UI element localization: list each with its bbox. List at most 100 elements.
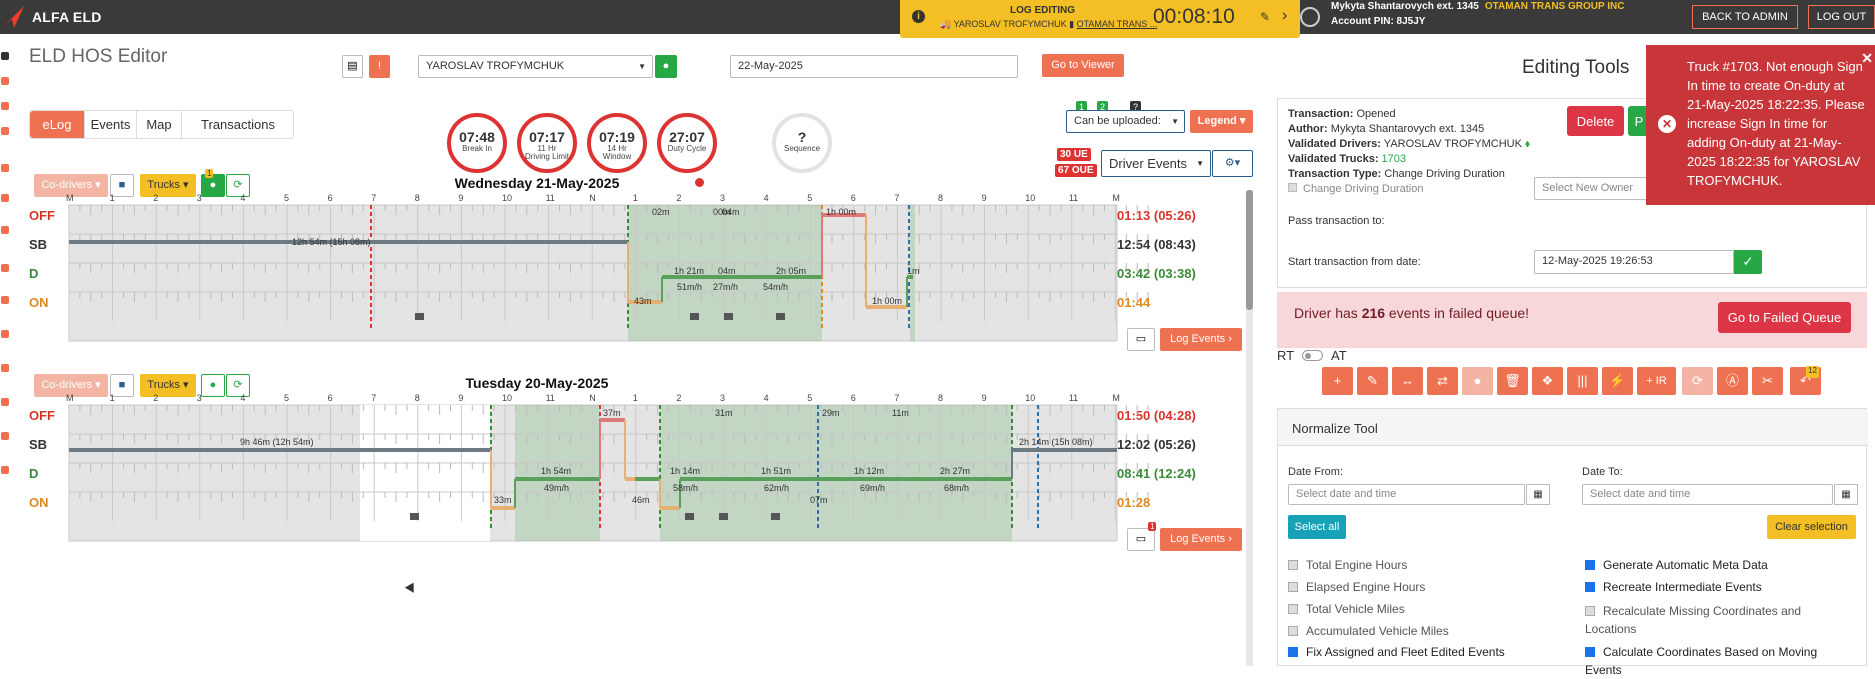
grid-background [68, 404, 1118, 542]
tab-events[interactable]: Events [84, 111, 136, 138]
error-close-icon[interactable]: ✕ [1658, 115, 1676, 133]
checkbox[interactable] [1585, 647, 1595, 657]
sidebar-icon[interactable] [1, 77, 9, 85]
swap-icon[interactable]: ⇄ [1427, 367, 1458, 395]
day-title: Wednesday 21-May-2025 [454, 175, 620, 191]
back-to-admin-button[interactable]: BACK TO ADMIN [1692, 5, 1798, 29]
add-ir-button[interactable]: + IR [1637, 367, 1676, 395]
sidebar-icon[interactable] [1, 127, 9, 135]
option-recalculate-coordinates[interactable]: Recalculate Missing Coordinates and Loca… [1585, 602, 1855, 638]
date-to-input[interactable]: Select date and time [1582, 484, 1833, 505]
chevron-right-icon[interactable]: › [1282, 7, 1287, 25]
option-total-vehicle-miles[interactable]: Total Vehicle Miles [1288, 602, 1405, 616]
tab-elog[interactable]: eLog [30, 111, 84, 138]
scissors-icon[interactable]: ✂ [1752, 367, 1783, 395]
sidebar-icon[interactable] [1, 194, 9, 202]
trash-icon[interactable]: 🗑 [1497, 367, 1528, 395]
option-recreate-intermediate[interactable]: Recreate Intermediate Events [1585, 580, 1762, 594]
checkbox[interactable] [1288, 560, 1298, 570]
delete-transaction-button[interactable]: Delete [1567, 106, 1624, 136]
shift-icon[interactable]: ↔ [1392, 367, 1423, 395]
option-calculate-coordinates-moving[interactable]: Calculate Coordinates Based on Moving Ev… [1585, 643, 1855, 679]
date-input[interactable]: 22-May-2025 [730, 55, 1018, 78]
calendar-icon[interactable]: ▦ [1834, 484, 1858, 505]
checkbox[interactable] [1288, 626, 1298, 636]
group-icon[interactable]: ❖ [1532, 367, 1563, 395]
edit-pencil-icon[interactable]: ✎ [1357, 367, 1388, 395]
log-events-button[interactable]: Log Events › [1160, 528, 1242, 551]
alert-icon[interactable]: ! [369, 55, 390, 78]
can-be-uploaded-select[interactable]: Can be uploaded: ▼ [1066, 110, 1185, 133]
option-generate-meta[interactable]: Generate Automatic Meta Data [1585, 558, 1768, 572]
checkbox[interactable] [1288, 604, 1298, 614]
go-to-failed-queue-button[interactable]: Go to Failed Queue [1718, 302, 1851, 333]
log-editing-company[interactable]: OTAMAN TRANS ... [1077, 19, 1158, 29]
duty-status-grid[interactable]: 12h 54m (15h 08m)02m 00m04m 1h 00m1h 21m 04… [0, 0, 1250, 666]
trailer-icon[interactable]: ● [201, 174, 225, 197]
calendar-icon[interactable]: ▦ [1526, 484, 1550, 505]
checkbox[interactable] [1585, 582, 1595, 592]
checkbox[interactable] [1288, 647, 1298, 657]
text-format-icon[interactable]: Ⓐ [1717, 367, 1748, 395]
trucks-button[interactable]: Trucks ▾ [140, 374, 196, 397]
log-out-button[interactable]: LOG OUT [1808, 5, 1875, 29]
refresh-icon[interactable]: ⟳ [226, 374, 250, 397]
sidebar-icon[interactable] [1, 102, 9, 110]
driver-select[interactable]: YAROSLAV TROFYMCHUK ▼ [418, 55, 653, 78]
date-from-input[interactable]: Select date and time [1288, 484, 1525, 505]
scrollbar-thumb[interactable] [1246, 190, 1253, 310]
sidebar-icon[interactable] [1, 226, 9, 234]
add-event-icon[interactable]: + [1322, 367, 1353, 395]
comment-icon[interactable]: ▭ [1127, 328, 1155, 351]
sidebar-icon[interactable] [1, 466, 9, 474]
duty-status-grid[interactable]: 9h 46m (12h 54m)37m 31m 29m 11m2h 14m (15h … [0, 0, 1250, 666]
tab-map[interactable]: Map [136, 111, 181, 138]
driver-events-select[interactable]: Driver Events ▼ [1101, 150, 1211, 177]
edit-icon[interactable]: ✎ [1260, 10, 1270, 24]
duration-label: 1h 51m [761, 466, 791, 476]
chart-scrollbar[interactable] [1246, 190, 1253, 666]
sidebar-icon[interactable] [1, 330, 9, 338]
log-events-button[interactable]: Log Events › [1160, 328, 1242, 351]
clear-selection-button[interactable]: Clear selection [1767, 515, 1856, 539]
sidebar-icon[interactable] [1, 398, 9, 406]
start-date-input[interactable]: 12-May-2025 19:26:53 [1534, 250, 1734, 274]
refresh-icon[interactable]: ⟳ [1682, 367, 1713, 395]
option-accumulated-vehicle-miles[interactable]: Accumulated Vehicle Miles [1288, 624, 1449, 638]
sidebar-icon[interactable] [1, 432, 9, 440]
checkbox[interactable] [1585, 560, 1595, 570]
sidebar-icon[interactable] [1, 364, 9, 372]
comment-icon[interactable]: ▭ [1127, 528, 1155, 551]
trailer-icon[interactable]: ● [201, 374, 225, 397]
select-all-button[interactable]: Select all [1288, 515, 1346, 539]
rt-at-toggle[interactable] [1302, 350, 1323, 361]
option-fix-assigned[interactable]: Fix Assigned and Fleet Edited Events [1288, 645, 1505, 659]
driver-profile-icon[interactable]: ● [655, 55, 677, 78]
change-driving-checkbox[interactable] [1288, 183, 1297, 192]
ue-badge[interactable]: 30 UE [1057, 148, 1091, 161]
tab-transactions[interactable]: Transactions [181, 111, 294, 138]
sidebar-icon[interactable] [1, 296, 9, 304]
checkbox[interactable] [1585, 606, 1595, 616]
columns-icon[interactable]: ||| [1567, 367, 1598, 395]
document-icon[interactable]: ▤ [342, 55, 363, 78]
hour-label: 11 [1068, 193, 1079, 203]
oue-badge[interactable]: 67 OUE [1055, 164, 1097, 177]
legend-button[interactable]: Legend ▾ [1190, 110, 1253, 133]
trucks-button[interactable]: Trucks ▾ [140, 174, 196, 197]
sidebar-icon[interactable] [1, 264, 9, 272]
driver-icon[interactable]: ● [1462, 367, 1493, 395]
refresh-icon[interactable]: ⟳ [226, 174, 250, 197]
go-to-viewer-button[interactable]: Go to Viewer [1042, 54, 1124, 77]
pass-transaction-label: Pass transaction to: [1288, 215, 1385, 227]
option-total-engine-hours[interactable]: Total Engine Hours [1288, 558, 1407, 572]
magic-icon[interactable]: ⚡ [1602, 367, 1633, 395]
settings-gear-icon[interactable]: ⚙▾ [1212, 150, 1253, 177]
menu-icon[interactable] [1, 52, 9, 60]
close-icon[interactable]: ✕ [1861, 49, 1873, 68]
option-elapsed-engine-hours[interactable]: Elapsed Engine Hours [1288, 580, 1425, 594]
sidebar-icon[interactable] [1, 164, 9, 172]
checkbox[interactable] [1288, 582, 1298, 592]
confirm-date-check-icon[interactable]: ✓ [1734, 250, 1762, 274]
hour-label: 10 [502, 193, 513, 203]
